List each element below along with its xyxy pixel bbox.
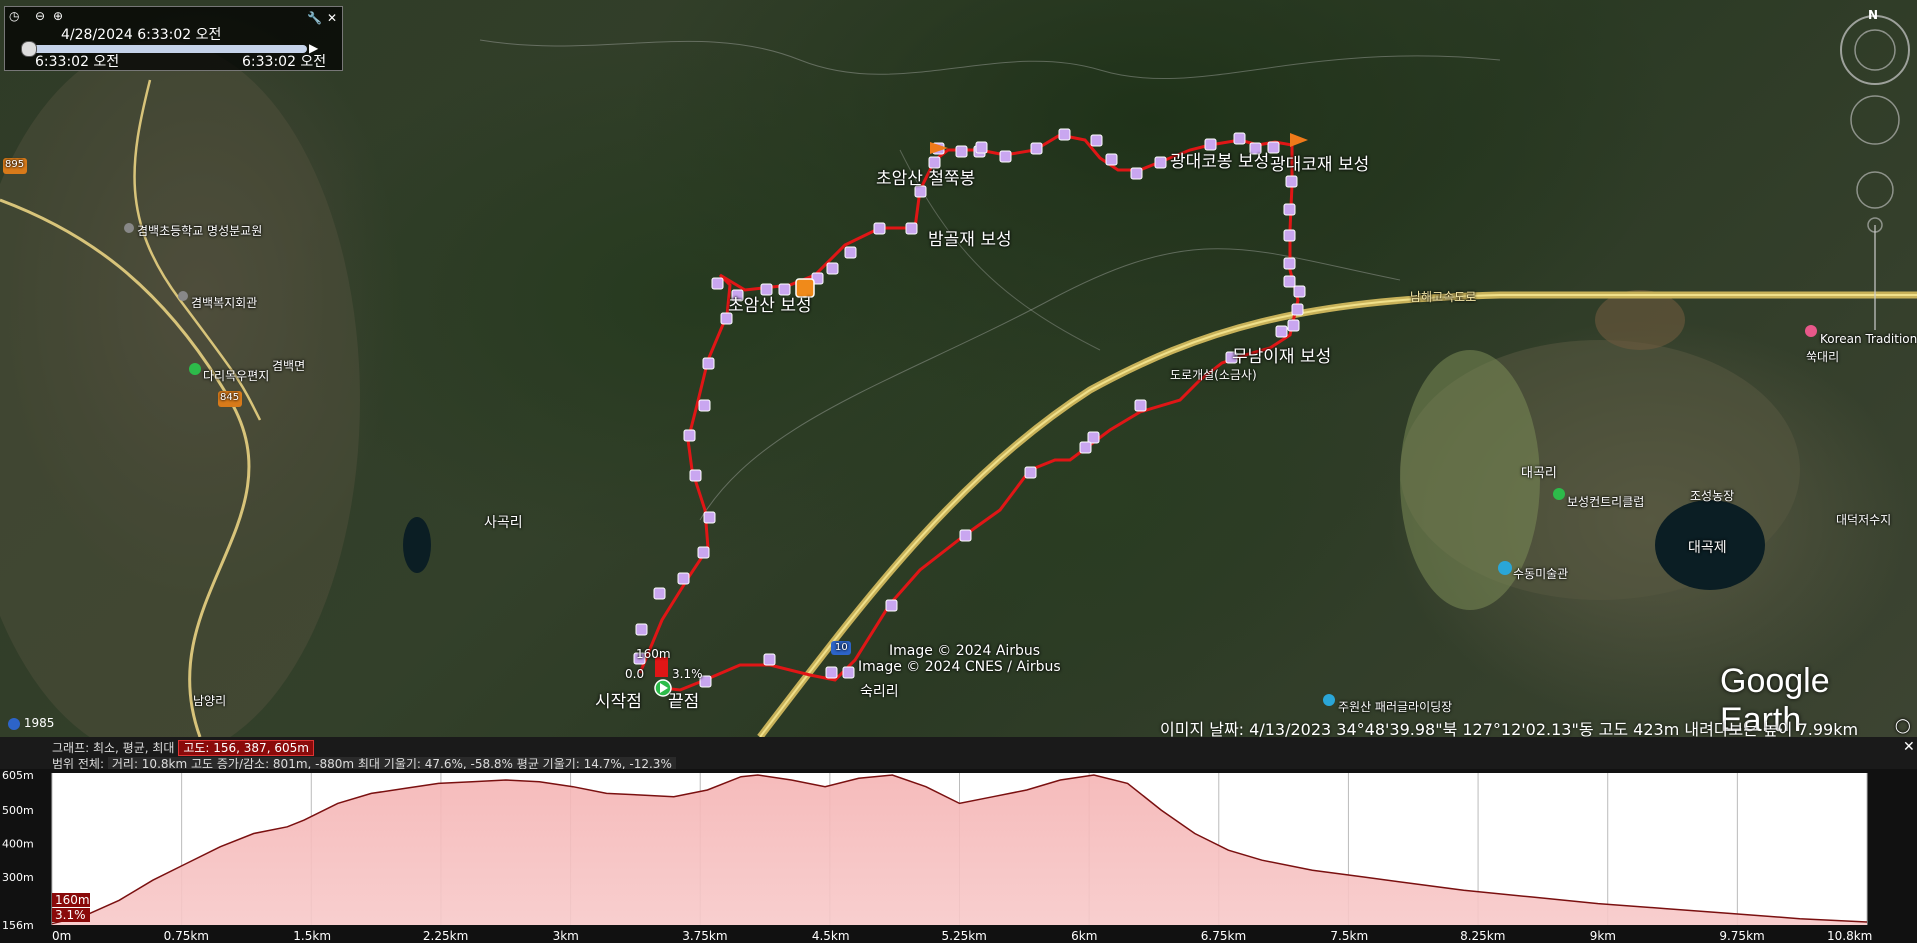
- y-tick-label: 400m: [2, 837, 34, 850]
- y-tick-label: 300m: [2, 871, 34, 884]
- flag-marker: [1290, 133, 1308, 147]
- y-tick-label: 156m: [2, 919, 34, 932]
- map-label: 보성컨트리클럽: [1567, 495, 1645, 509]
- x-tick-label: 0m: [52, 929, 71, 943]
- historical-year-label: 1985: [23, 716, 55, 730]
- look-joystick: [1850, 95, 1900, 145]
- x-tick-label: 0.75km: [164, 929, 209, 943]
- map-label: 끝점: [668, 692, 700, 712]
- satellite-map-view[interactable]: 초암산 철쭉봉 밤골재 보성 초암산 보성 광대코봉 보성 광대코재 보성 무남…: [0, 0, 1917, 737]
- graph-stats-label: 그래프: 최소, 평균, 최대: [52, 741, 175, 755]
- map-label: 남양리: [193, 694, 227, 708]
- x-tick-label: 3km: [553, 929, 579, 943]
- time-slider-start: 6:33:02 오전: [35, 54, 120, 70]
- x-tick-label: 3.75km: [682, 929, 727, 943]
- map-label: 도로개설(소금사): [1170, 368, 1257, 382]
- road-shield-label: 895: [5, 159, 25, 170]
- x-tick-label: 10.8km: [1827, 929, 1872, 943]
- x-tick-label: 7.5km: [1330, 929, 1368, 943]
- map-label: 0.0: [625, 667, 645, 681]
- map-label: 겸백복지회관: [191, 296, 258, 310]
- time-slider-end: 6:33:02 오전: [242, 54, 327, 70]
- map-label: 광대코봉 보성: [1170, 152, 1270, 172]
- map-label: 초암산 철쭉봉: [876, 169, 976, 189]
- zoom-out-icon[interactable]: ⊖: [35, 9, 45, 23]
- settings-wrench-icon[interactable]: 🔧: [307, 11, 322, 25]
- clock-icon[interactable]: ◷: [9, 9, 19, 23]
- x-tick-label: 5.25km: [942, 929, 987, 943]
- x-tick-label: 6km: [1071, 929, 1097, 943]
- close-icon[interactable]: ✕: [327, 11, 337, 25]
- poi-pin: [1323, 694, 1335, 706]
- move-joystick: [1856, 171, 1894, 209]
- y-tick-label: 605m: [2, 769, 34, 782]
- cursor-elevation-label: 160m: [55, 893, 90, 907]
- waypoint-markers: [633, 128, 1306, 688]
- compass-north: N: [1868, 8, 1879, 22]
- map-label: 초암산 보성: [728, 296, 812, 316]
- time-slider-date: 4/28/2024 6:33:02 오전: [61, 27, 222, 43]
- road-shield-label: 10: [835, 642, 848, 653]
- map-label: 조성농장: [1690, 489, 1735, 503]
- x-tick-label: 9.75km: [1719, 929, 1764, 943]
- map-label: 남해고속도로: [1410, 290, 1477, 304]
- elevation-profile-header: 그래프: 최소, 평균, 최대 고도: 156, 387, 605m 범위 전체…: [0, 737, 1917, 771]
- map-label: 밤골재 보성: [928, 230, 1012, 250]
- map-label: 주원산 패러글라이딩장: [1338, 700, 1453, 714]
- x-tick-label: 2.25km: [423, 929, 468, 943]
- gps-track: [638, 133, 1300, 692]
- poi-pin: [1498, 561, 1512, 575]
- navigation-controls[interactable]: N: [1836, 8, 1914, 340]
- map-label: 무남이재 보성: [1232, 347, 1332, 367]
- poi-pin: [1553, 488, 1565, 500]
- road-shield-label: 845: [220, 392, 240, 403]
- x-tick-label: 4.5km: [812, 929, 850, 943]
- compass-ring: [1840, 15, 1910, 85]
- poi-pin: [124, 223, 134, 233]
- map-label: 대곡제: [1688, 540, 1727, 556]
- map-label: 겸백초등학교 명성분교원: [137, 224, 263, 238]
- y-tick-label: 500m: [2, 804, 34, 817]
- poi-pin: [178, 291, 188, 301]
- poi-pin: [189, 363, 201, 375]
- history-icon[interactable]: [8, 717, 20, 730]
- map-label: 3.1%: [672, 667, 703, 681]
- map-label: 사곡리: [484, 515, 523, 531]
- graph-stats-value: 고도: 156, 387, 605m: [178, 740, 314, 756]
- status-bar: 이미지 날짜: 4/13/2023 34°48'39.98"북 127°12'0…: [1160, 720, 1859, 737]
- close-graph-icon[interactable]: ✕: [1903, 739, 1915, 755]
- map-label: 160m: [636, 647, 671, 661]
- map-label: 겸백면: [272, 359, 306, 373]
- copyright-cnes: Image © 2024 CNES / Airbus: [858, 659, 1061, 675]
- status-indicator-icon: ◯: [1895, 718, 1911, 734]
- map-label: 대덕저수지: [1836, 513, 1892, 527]
- zoom-in-icon[interactable]: ⊕: [53, 9, 63, 23]
- map-label: 다리목우편지: [203, 369, 270, 383]
- elevation-profile-chart[interactable]: 0m 0.75km 1.5km 2.25km 3km 3.75km 4.5km 5.25km 6…: [0, 769, 1917, 943]
- map-label: 쑥대리: [1806, 350, 1840, 364]
- map-label: 시작점: [595, 692, 642, 712]
- map-label: 숙리리: [860, 684, 899, 700]
- x-tick-label: 6.75km: [1201, 929, 1246, 943]
- x-tick-label: 1.5km: [293, 929, 331, 943]
- x-tick-label: 8.25km: [1460, 929, 1505, 943]
- time-slider-panel: ◷ ⊖ ⊕ 4/28/2024 6:33:02 오전 🔧 ✕ ▶ 6:33:02…: [4, 6, 343, 71]
- cursor-slope-label: 3.1%: [55, 908, 86, 922]
- copyright-airbus: Image © 2024 Airbus: [889, 643, 1041, 659]
- x-tick-label: 9km: [1590, 929, 1616, 943]
- historical-year: 1985: [8, 716, 54, 730]
- map-label: 수동미술관: [1513, 567, 1569, 581]
- poi-pin: [1805, 325, 1817, 337]
- map-label: 대곡리: [1521, 466, 1557, 481]
- map-label: 광대코재 보성: [1270, 155, 1370, 175]
